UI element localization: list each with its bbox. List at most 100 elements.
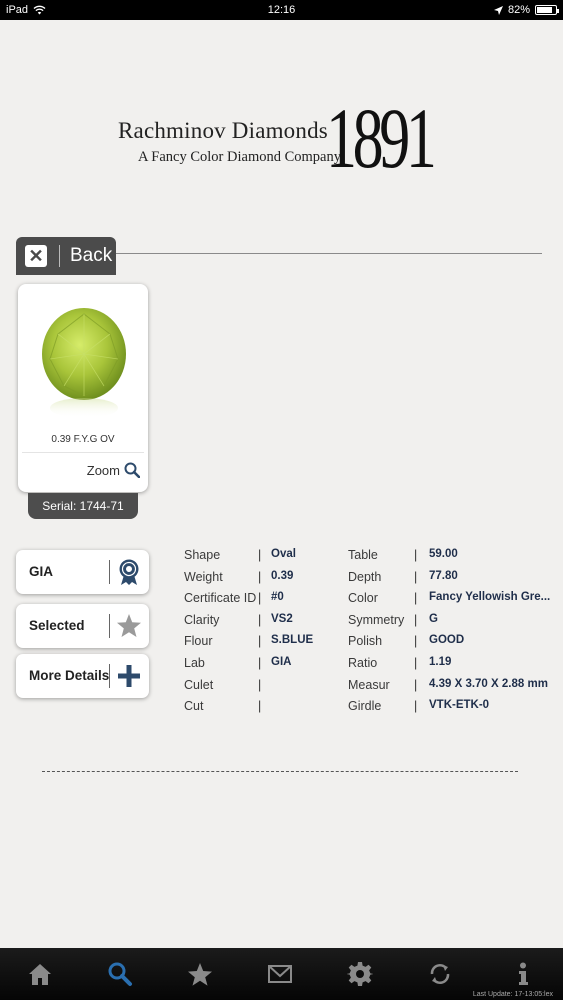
spec-label: Girdle [348, 699, 382, 714]
more-details-button-label: More Details [29, 668, 110, 683]
gear-icon [347, 962, 373, 986]
spec-separator: | [258, 548, 262, 562]
back-separator [59, 245, 60, 267]
logo-name: Rachminov Diamonds [118, 118, 328, 143]
spec-value: Fancy Yellowish Gre... [429, 591, 551, 604]
spec-value: 1.19 [429, 656, 452, 668]
magnifier-icon [124, 462, 140, 478]
tab-mail[interactable] [240, 948, 320, 1000]
spec-value: 77.80 [429, 569, 458, 582]
battery-percent: 82% [507, 4, 530, 16]
header-divider [116, 253, 542, 254]
spec-value: #0 [271, 591, 284, 604]
logo-year: 1891 [326, 90, 437, 186]
star-icon [188, 963, 212, 986]
gia-button-label: GIA [29, 564, 54, 579]
dashed-divider [42, 771, 518, 772]
spec-separator: | [414, 612, 418, 627]
spec-separator: | [258, 677, 262, 692]
bottom-tab-bar: Last Update: 17-13:05:lex [0, 948, 563, 1000]
spec-separator: | [258, 699, 262, 714]
selected-button[interactable]: Selected [16, 604, 149, 648]
spec-label: Depth [348, 569, 382, 584]
location-icon [493, 5, 503, 15]
spec-separator: | [258, 569, 262, 584]
spec-value: GIA [271, 656, 292, 668]
back-label: Back [70, 245, 113, 266]
spec-label: Ratio [348, 656, 378, 670]
carrier-label: iPad [6, 4, 29, 16]
button-separator [109, 614, 110, 638]
spec-label: Polish [348, 634, 383, 649]
spec-label: Flour [184, 634, 213, 649]
mail-icon [268, 965, 292, 983]
spec-value: 59.00 [429, 548, 458, 560]
diamond-icon [42, 308, 126, 418]
company-logo: Rachminov Diamonds A Fancy Color Diamond… [118, 90, 458, 187]
spec-value: G [429, 612, 438, 625]
info-icon [519, 962, 528, 985]
spec-separator: | [414, 656, 418, 670]
serial-badge: Serial: 1744-71 [28, 493, 138, 519]
battery-icon [535, 5, 559, 15]
tab-search[interactable] [80, 948, 160, 1000]
last-update-label: Last Update: 17-13:05:lex [472, 991, 553, 998]
plus-icon [118, 665, 140, 687]
spec-separator: | [258, 591, 262, 606]
more-details-button[interactable]: More Details [16, 654, 149, 698]
diamond-caption: 0.39 F.Y.G OV [51, 434, 115, 445]
spec-separator: | [414, 569, 418, 584]
spec-separator: | [414, 677, 418, 692]
spec-label: Weight [184, 569, 223, 584]
button-separator [109, 664, 110, 688]
spec-label: Symmetry [348, 612, 405, 627]
zoom-button[interactable]: Zoom [87, 462, 140, 478]
sync-icon [430, 964, 450, 984]
spec-label: Clarity [184, 612, 220, 627]
spec-label: Measur [348, 677, 390, 692]
spec-separator: | [414, 591, 418, 606]
tab-settings[interactable] [320, 948, 400, 1000]
card-divider [22, 452, 144, 453]
gia-button[interactable]: GIA [16, 550, 149, 594]
spec-label: Lab [184, 656, 205, 670]
spec-value: VTK-ETK-0 [429, 699, 490, 712]
battery-fill [537, 7, 552, 13]
spec-label: Color [348, 591, 378, 606]
star-icon [117, 614, 141, 637]
spec-label: Shape [184, 548, 221, 562]
spec-value: 0.39 [271, 569, 294, 582]
clock: 12:16 [267, 4, 296, 16]
tab-home[interactable] [0, 948, 80, 1000]
diamond-card[interactable]: 0.39 F.Y.G OV Zoom [18, 284, 148, 492]
button-separator [109, 560, 110, 584]
spec-separator: | [258, 656, 262, 670]
spec-separator: | [414, 634, 418, 649]
spec-value: S.BLUE [271, 634, 314, 647]
zoom-label: Zoom [86, 462, 120, 478]
diamond-image [38, 304, 130, 420]
search-icon [108, 962, 132, 986]
spec-value: Oval [271, 548, 296, 560]
spec-separator: | [258, 634, 262, 649]
spec-value: VS2 [271, 612, 293, 625]
close-icon: ✕ [25, 245, 47, 267]
home-icon [29, 964, 51, 985]
spec-value: GOOD [429, 634, 465, 647]
spec-label: Table [348, 548, 378, 562]
spec-separator: | [414, 699, 418, 714]
spec-label: Cut [184, 699, 204, 714]
selected-button-label: Selected [29, 618, 85, 633]
tab-sync[interactable] [400, 948, 480, 1000]
gia-ribbon-icon [119, 559, 139, 585]
spec-label: Culet [184, 677, 214, 692]
back-button[interactable]: ✕ Back [16, 237, 116, 275]
spec-separator: | [414, 548, 418, 562]
wifi-icon [33, 5, 46, 15]
logo-tagline: A Fancy Color Diamond Company [138, 149, 341, 165]
tab-favorites[interactable] [160, 948, 240, 1000]
spec-value: 4.39 X 3.70 X 2.88 mm [429, 677, 548, 690]
spec-label: Certificate ID [184, 591, 257, 606]
status-bar: iPad 12:16 82% [0, 0, 563, 20]
spec-separator: | [258, 612, 262, 627]
